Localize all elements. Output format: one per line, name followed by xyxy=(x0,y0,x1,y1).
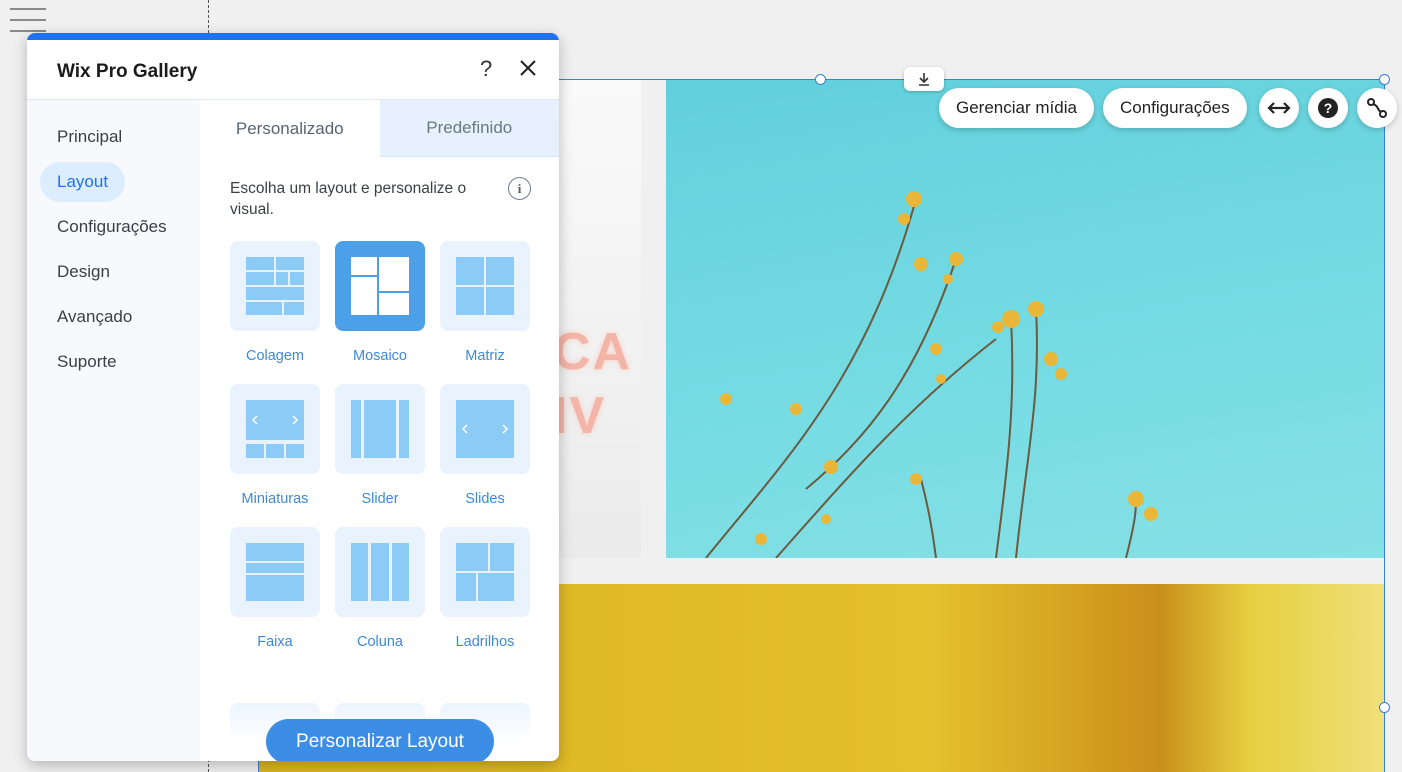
sidebar-item-design[interactable]: Design xyxy=(40,252,127,292)
layout-tile-colagem[interactable] xyxy=(230,241,320,331)
layout-tile-slides[interactable] xyxy=(440,384,530,474)
gallery-image-flowers[interactable] xyxy=(666,79,1384,558)
layout-hint: Escolha um layout e personalize o visual… xyxy=(230,180,467,218)
flowers-artwork xyxy=(705,191,1158,558)
panel-header[interactable]: Wix Pro Gallery ? xyxy=(27,40,559,100)
mosaic-layout-icon xyxy=(351,257,409,315)
column-layout-icon xyxy=(351,543,409,601)
sidebar-item-layout[interactable]: Layout xyxy=(40,162,126,202)
tab-predefinido[interactable]: Predefinido xyxy=(379,100,559,157)
layout-label-miniaturas[interactable]: Miniaturas xyxy=(230,491,320,507)
sidebar-item-principal[interactable]: Principal xyxy=(40,117,139,157)
question-icon[interactable]: ? xyxy=(1308,88,1348,128)
tiles-layout-icon xyxy=(456,543,514,601)
tab-personalizado[interactable]: Personalizado xyxy=(200,100,380,157)
resize-handle-right[interactable] xyxy=(1379,702,1390,713)
layout-label-colagem[interactable]: Colagem xyxy=(230,348,320,364)
neon-sign-artwork: CA IV xyxy=(553,323,633,445)
download-icon[interactable] xyxy=(904,67,944,91)
panel-accent-bar xyxy=(27,33,559,40)
settings-button[interactable]: Configurações xyxy=(1103,88,1247,128)
info-icon[interactable]: i xyxy=(508,177,531,200)
strip-layout-icon xyxy=(246,543,304,601)
svg-text:?: ? xyxy=(1324,100,1333,116)
layout-tile-ladrilhos[interactable] xyxy=(440,527,530,617)
resize-handle-top-right[interactable] xyxy=(1379,74,1390,85)
customize-layout-button[interactable]: Personalizar Layout xyxy=(266,719,494,761)
layout-tile-miniaturas[interactable] xyxy=(230,384,320,474)
close-icon[interactable] xyxy=(519,59,537,82)
gallery-settings-panel: Wix Pro Gallery ? Principal Layout Confi… xyxy=(27,33,559,761)
layout-label-faixa[interactable]: Faixa xyxy=(230,634,320,650)
layout-tile-matriz[interactable] xyxy=(440,241,530,331)
stretch-icon[interactable] xyxy=(1259,88,1299,128)
layout-tile-mosaico[interactable] xyxy=(335,241,425,331)
manage-media-button[interactable]: Gerenciar mídia xyxy=(939,88,1094,128)
layout-label-matriz[interactable]: Matriz xyxy=(440,348,530,364)
panel-main: Personalizado Predefinido Escolha um lay… xyxy=(200,100,559,761)
connect-icon[interactable] xyxy=(1357,88,1397,128)
resize-handle-top[interactable] xyxy=(815,74,826,85)
tab-bar: Personalizado Predefinido xyxy=(200,100,559,157)
thumbnails-layout-icon xyxy=(246,400,304,458)
layout-tile-coluna[interactable] xyxy=(335,527,425,617)
panel-sidebar: Principal Layout Configurações Design Av… xyxy=(27,100,200,761)
layout-label-mosaico[interactable]: Mosaico xyxy=(335,348,425,364)
layout-label-slides[interactable]: Slides xyxy=(440,491,530,507)
collage-layout-icon xyxy=(246,257,304,315)
sidebar-item-configuracoes[interactable]: Configurações xyxy=(40,207,184,247)
slides-layout-icon xyxy=(456,400,514,458)
layout-label-coluna[interactable]: Coluna xyxy=(335,634,425,650)
panel-title: Wix Pro Gallery xyxy=(57,61,198,82)
layout-label-ladrilhos[interactable]: Ladrilhos xyxy=(440,634,530,650)
slider-layout-icon xyxy=(351,400,409,458)
layout-label-slider[interactable]: Slider xyxy=(335,491,425,507)
layout-tile-faixa[interactable] xyxy=(230,527,320,617)
help-icon[interactable]: ? xyxy=(480,56,492,82)
sidebar-item-suporte[interactable]: Suporte xyxy=(40,342,134,382)
sidebar-item-avancado[interactable]: Avançado xyxy=(40,297,149,337)
grid-layout-icon xyxy=(456,257,514,315)
layout-tile-slider[interactable] xyxy=(335,384,425,474)
